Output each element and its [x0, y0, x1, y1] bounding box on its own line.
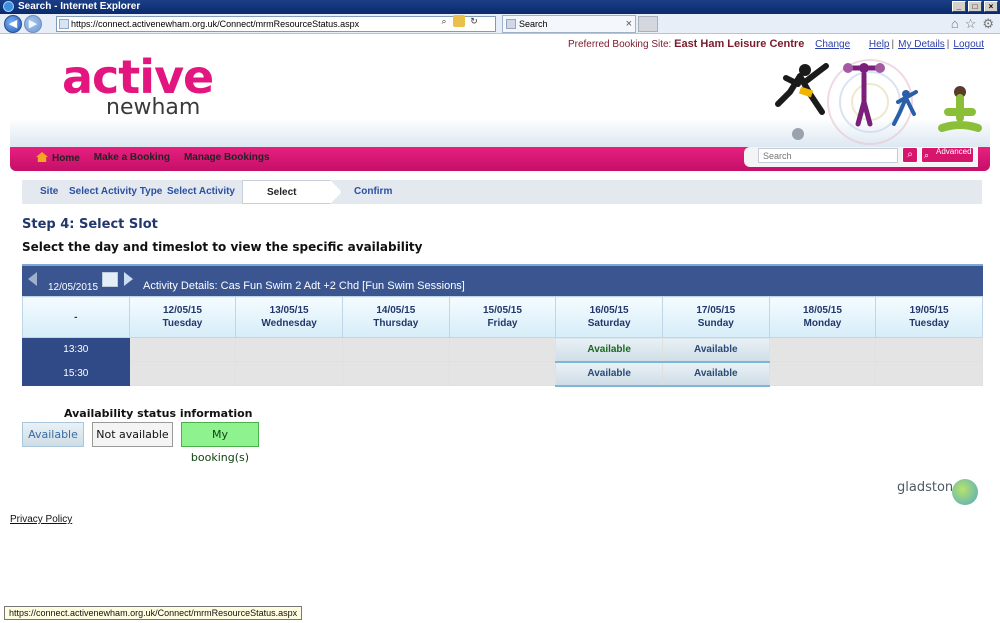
legend-my-bookings: My booking(s) — [181, 422, 259, 464]
slot-cell-empty — [448, 337, 557, 362]
slot-available[interactable]: Available — [555, 337, 663, 363]
slot-cell-empty — [235, 361, 343, 386]
browser-tab[interactable]: Search × — [502, 15, 636, 33]
home-icon[interactable]: ⌂ — [951, 16, 959, 32]
menu-manage-bookings[interactable]: Manage Bookings — [184, 152, 270, 164]
ie-logo-icon — [3, 1, 14, 12]
step-site[interactable]: Site — [40, 180, 58, 204]
user-links: Preferred Booking Site: East Ham Leisure… — [567, 38, 984, 50]
my-details-link[interactable]: My Details — [898, 39, 945, 50]
magnifier-icon: ⌕ — [907, 149, 913, 160]
advanced-search-button[interactable]: ⌕ Advanced — [921, 147, 974, 163]
close-button[interactable]: × — [984, 1, 998, 12]
slot-cell-empty — [128, 337, 237, 362]
lock-icon[interactable] — [453, 15, 465, 27]
logo-newham-text: newham — [106, 95, 201, 120]
slot-grid: - 12/05/15 Tuesday 13/05/15 Wednesday 14/0… — [22, 296, 983, 387]
slot-cell-empty — [235, 337, 343, 362]
day-header: 14/05/15 Thursday — [341, 296, 450, 338]
activity-date: 12/05/2015 — [48, 282, 99, 293]
slot-available[interactable]: Available — [661, 361, 770, 387]
activity-details: Activity Details: Cas Fun Swim 2 Adt +2 … — [143, 280, 465, 292]
help-link[interactable]: Help — [869, 39, 890, 50]
settings-gear-icon[interactable]: ⚙ — [982, 16, 994, 32]
time-cell: 13:30 — [22, 337, 130, 362]
day-header: 16/05/15 Saturday — [555, 296, 663, 338]
main-menu: Home Make a Booking Manage Bookings — [36, 152, 270, 164]
slot-cell-empty — [341, 337, 450, 362]
grid-corner: - — [22, 296, 130, 338]
refresh-icon[interactable]: ↻ — [468, 15, 480, 27]
step-confirm: Confirm — [354, 186, 393, 197]
grid-header-row: - 12/05/15 Tuesday 13/05/15 Wednesday 14/0… — [22, 296, 983, 338]
legend-title: Availability status information — [64, 407, 253, 420]
day-header: 19/05/15 Tuesday — [875, 296, 983, 338]
advanced-magnifier-icon: ⌕ — [924, 150, 930, 160]
back-arrow-icon[interactable]: ◀ — [4, 15, 22, 33]
page-title: Step 4: Select Slot — [22, 217, 158, 232]
search-button[interactable]: ⌕ — [902, 147, 918, 163]
maximize-button[interactable]: □ — [968, 1, 982, 12]
slot-cell-empty — [128, 361, 237, 386]
menu-make-booking[interactable]: Make a Booking — [94, 152, 170, 164]
slot-row: 15:30 Available Available — [22, 361, 983, 387]
search-dropdown-icon[interactable]: ⌕ — [438, 15, 450, 27]
page-icon — [59, 19, 69, 29]
legend-available: Available — [22, 422, 84, 447]
browser-nav-bar: ◀ ▶ https://connect.activenewham.org.uk/… — [0, 14, 1000, 34]
step-select-slot: Select Slot — [242, 180, 342, 204]
status-bar-url: https://connect.activenewham.org.uk/Conn… — [4, 606, 303, 620]
slot-cell-empty — [341, 361, 450, 386]
home-icon — [36, 152, 48, 162]
booking-steps: Site Select Activity Type Select Activit… — [22, 180, 982, 204]
address-bar[interactable]: https://connect.activenewham.org.uk/Conn… — [56, 16, 496, 32]
day-header: 12/05/15 Tuesday — [128, 296, 237, 338]
favorites-star-icon[interactable]: ☆ — [965, 16, 977, 32]
tab-close-icon[interactable]: × — [626, 16, 632, 32]
slot-available[interactable]: Available — [661, 337, 770, 363]
slot-cell-empty — [875, 337, 983, 362]
page-subtitle: Select the day and timeslot to view the … — [22, 240, 423, 254]
day-header: 17/05/15 Sunday — [661, 296, 770, 338]
legend-not-available: Not available — [92, 422, 173, 447]
preferred-site-label: Preferred Booking Site: — [567, 39, 672, 50]
calendar-icon[interactable] — [102, 272, 118, 287]
advanced-label: Advanced — [936, 147, 972, 156]
slot-available[interactable]: Available — [555, 361, 663, 387]
slot-cell-empty — [875, 361, 983, 386]
step-select-activity-type[interactable]: Select Activity Type — [69, 180, 162, 204]
step-select-activity[interactable]: Select Activity — [167, 180, 235, 204]
window-title-bar: Search - Internet Explorer _ □ × — [0, 0, 1000, 14]
activity-bar: 12/05/2015 Activity Details: Cas Fun Swi… — [22, 264, 983, 296]
new-tab-button[interactable] — [638, 16, 658, 32]
logout-link[interactable]: Logout — [953, 39, 984, 50]
logo-active-text: active — [62, 50, 214, 104]
next-week-arrow-icon[interactable] — [124, 272, 133, 286]
day-header: 13/05/15 Wednesday — [235, 296, 343, 338]
forward-arrow-icon[interactable]: ▶ — [24, 15, 42, 33]
address-url: https://connect.activenewham.org.uk/Conn… — [71, 19, 360, 29]
window-title: Search - Internet Explorer — [18, 1, 141, 12]
slot-cell-empty — [768, 337, 877, 362]
privacy-policy-link[interactable]: Privacy Policy — [10, 514, 72, 525]
sports-banner-image — [775, 59, 982, 145]
previous-week-arrow-icon[interactable] — [28, 272, 37, 286]
slot-cell-empty — [448, 361, 557, 386]
day-header: 15/05/15 Friday — [448, 296, 557, 338]
slot-cell-empty — [768, 361, 877, 386]
tab-label: Search — [519, 19, 548, 29]
change-site-link[interactable]: Change — [815, 39, 850, 50]
day-header: 18/05/15 Monday — [768, 296, 877, 338]
menu-home[interactable]: Home — [36, 152, 80, 164]
search-input[interactable] — [758, 148, 898, 163]
preferred-site-name: East Ham Leisure Centre — [674, 38, 805, 50]
gladstone-logo-icon — [952, 479, 978, 505]
minimize-button[interactable]: _ — [952, 1, 966, 12]
tab-page-icon — [506, 19, 516, 29]
time-cell: 15:30 — [22, 361, 130, 386]
slot-row: 13:30 Available Available — [22, 337, 983, 363]
